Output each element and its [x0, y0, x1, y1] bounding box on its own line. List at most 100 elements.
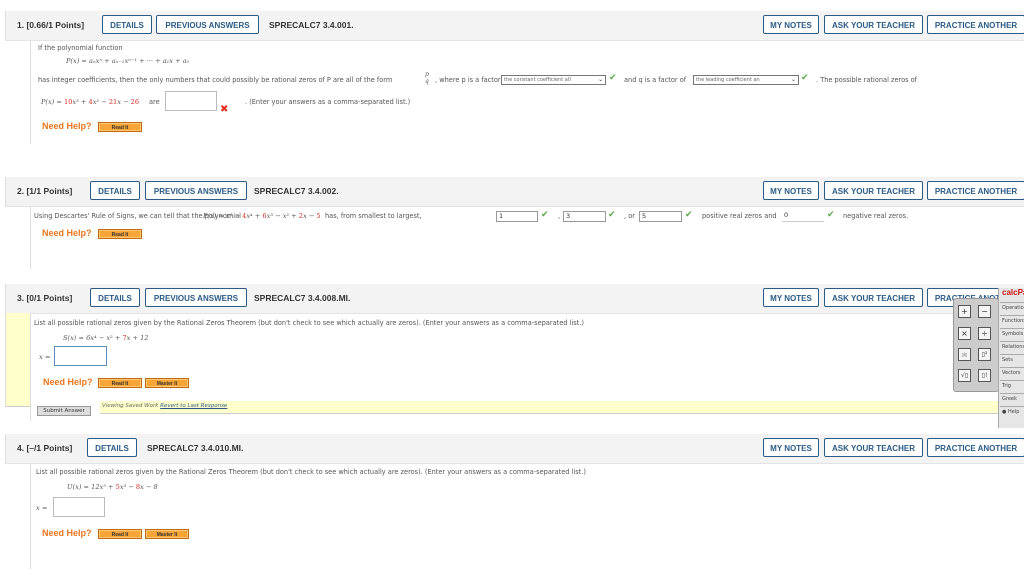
divide-key[interactable]: ÷ [978, 327, 991, 340]
calcpad-menu-symbols[interactable]: Symbols [1000, 328, 1024, 338]
polynomial-s: S(x) = 6x⁴ − x² + 7x + 12 [63, 334, 149, 342]
previous-answers-button[interactable]: PREVIOUS ANSWERS [145, 288, 247, 307]
calcpad-menu-relations[interactable]: Relations [1000, 341, 1024, 351]
master-it-button[interactable]: Master It [145, 378, 189, 388]
revert-link[interactable]: Revert to Last Response [160, 403, 227, 409]
positive-zeros-text: positive real zeros and [702, 212, 777, 220]
calcpad-menu-operations[interactable]: Operations [1000, 302, 1024, 312]
previous-answers-button[interactable]: PREVIOUS ANSWERS [156, 15, 259, 34]
constant-coefficient-select[interactable]: the constant coefficient a0 ⌄ [501, 75, 606, 85]
my-notes-button[interactable]: MY NOTES [763, 288, 819, 307]
points: [0/1 Points] [26, 293, 73, 303]
check-icon: ✔ [608, 210, 616, 220]
check-icon: ✔ [801, 73, 809, 83]
calcpad-menu-trig[interactable]: Trig [1000, 380, 1024, 390]
read-it-button[interactable]: Read It [98, 229, 142, 239]
question-code: SPRECALC7 3.4.008.MI. [254, 293, 351, 303]
calcpad-menu-functions[interactable]: Functions [1000, 315, 1024, 325]
check-icon: ✔ [685, 210, 693, 220]
leading-coefficient-select[interactable]: the leading coefficient an ⌄ [693, 75, 799, 85]
factorial-key[interactable]: ▯! [978, 369, 991, 382]
rational-zeros-input[interactable] [54, 346, 107, 366]
ask-teacher-button[interactable]: ASK YOUR TEACHER [824, 438, 923, 457]
help-icon: ● [1002, 409, 1007, 415]
check-icon: ✔ [541, 210, 549, 220]
practice-another-button[interactable]: PRACTICE ANOTHER [927, 15, 1024, 34]
polynomial-u: U(x) = 12x⁵ + 5x³ − 8x − 8 [67, 483, 158, 491]
saved-work-text: Viewing Saved Work [102, 403, 159, 409]
question-code: SPRECALC7 3.4.001. [269, 20, 354, 30]
hint-text: . (Enter your answers as a comma-separat… [245, 98, 411, 106]
question-code: SPRECALC7 3.4.010.MI. [147, 443, 244, 453]
question-number: 2. [1/1 Points] [17, 186, 73, 196]
times-key[interactable]: × [958, 327, 971, 340]
ask-teacher-button[interactable]: ASK YOUR TEACHER [824, 15, 923, 34]
rational-zeros-input[interactable] [165, 91, 217, 111]
previous-answers-button[interactable]: PREVIOUS ANSWERS [145, 181, 247, 200]
calcpad-keypad: + − × ÷ ▯/▯ ▯² √▯ ▯! [953, 298, 999, 392]
question-code: SPRECALC7 3.4.002. [254, 186, 339, 196]
fraction-p-q: pq [425, 71, 429, 85]
need-help-label: Need Help? [43, 377, 93, 387]
instructions-text: List all possible rational zeros given b… [34, 319, 584, 327]
minus-key[interactable]: − [978, 305, 991, 318]
question-body: List all possible rational zeros given b… [30, 463, 1024, 569]
calcpad-menu: calcPad Operations Functions Symbols Rel… [998, 288, 1024, 428]
my-notes-button[interactable]: MY NOTES [763, 438, 819, 457]
calcpad-menu-vectors[interactable]: Vectors [1000, 367, 1024, 377]
x-equals-label: x = [36, 504, 48, 512]
calcpad-menu-greek[interactable]: Greek [1000, 393, 1024, 403]
question-header: 4. [–/1 Points] DETAILS SPRECALC7 3.4.01… [5, 434, 1024, 464]
sqrt-key[interactable]: √▯ [958, 369, 971, 382]
negative-zeros-text: negative real zeros. [843, 212, 909, 220]
details-button[interactable]: DETAILS [87, 438, 137, 457]
calcpad-menu-sets[interactable]: Sets [1000, 354, 1024, 364]
check-icon: ✔ [609, 73, 617, 83]
polynomial-p: P(x) = 10x³ + 4x² − 21x − 26 [41, 98, 140, 106]
statement-text-3: and q is a factor of [624, 76, 687, 84]
calcpad-menu-help[interactable]: ● Help [1000, 406, 1024, 416]
fraction-key[interactable]: ▯/▯ [958, 348, 971, 361]
question-header: 3. [0/1 Points] DETAILS PREVIOUS ANSWERS… [5, 284, 1024, 314]
instructions-text: List all possible rational zeros given b… [36, 468, 586, 476]
master-it-button[interactable]: Master It [145, 529, 189, 539]
need-help-label: Need Help? [42, 121, 92, 131]
details-button[interactable]: DETAILS [90, 181, 140, 200]
practice-another-button[interactable]: PRACTICE ANOTHER [927, 438, 1024, 457]
question-header: 1. [0.66/1 Points] DETAILS PREVIOUS ANSW… [5, 11, 1024, 41]
ask-teacher-button[interactable]: ASK YOUR TEACHER [824, 288, 923, 307]
power-key[interactable]: ▯² [978, 348, 991, 361]
are-label: are [149, 98, 160, 106]
details-button[interactable]: DETAILS [102, 15, 152, 34]
plus-key[interactable]: + [958, 305, 971, 318]
statement-text-4: . The possible rational zeros of [816, 76, 917, 84]
read-it-button[interactable]: Read It [98, 529, 142, 539]
check-icon: ✔ [827, 210, 835, 220]
question-header: 2. [1/1 Points] DETAILS PREVIOUS ANSWERS… [5, 177, 1024, 207]
answer-input-3[interactable]: 5 [639, 211, 682, 222]
ask-teacher-button[interactable]: ASK YOUR TEACHER [824, 181, 923, 200]
answer-input-1[interactable]: 1 [496, 211, 538, 222]
descartes-text-2: has, from smallest to largest, [325, 212, 422, 220]
saved-work-bar: Viewing Saved Work Revert to Last Respon… [100, 401, 1004, 414]
question-number: 1. [0.66/1 Points] [17, 20, 85, 30]
my-notes-button[interactable]: MY NOTES [763, 181, 819, 200]
points: [1/1 Points] [26, 186, 73, 196]
statement-text: has integer coefficients, then the only … [38, 76, 393, 84]
read-it-button[interactable]: Read It [98, 122, 142, 132]
answer-input-4[interactable]: 0 [782, 211, 824, 222]
practice-another-button[interactable]: PRACTICE ANOTHER [927, 181, 1024, 200]
need-help-label: Need Help? [42, 228, 92, 238]
question-body: Using Descartes' Rule of Signs, we can t… [30, 206, 1024, 269]
chevron-down-icon: ⌄ [790, 76, 796, 83]
points: [–/1 Points] [26, 443, 73, 453]
statement-text-2: , where p is a factor of [435, 76, 510, 84]
read-it-button[interactable]: Read It [98, 378, 142, 388]
rational-zeros-input[interactable] [53, 497, 105, 517]
submit-answer-button[interactable]: Submit Answer [37, 406, 91, 416]
active-question-marker [5, 313, 31, 407]
my-notes-button[interactable]: MY NOTES [763, 15, 819, 34]
question-number: 3. [0/1 Points] [17, 293, 73, 303]
details-button[interactable]: DETAILS [90, 288, 140, 307]
answer-input-2[interactable]: 3 [563, 211, 606, 222]
